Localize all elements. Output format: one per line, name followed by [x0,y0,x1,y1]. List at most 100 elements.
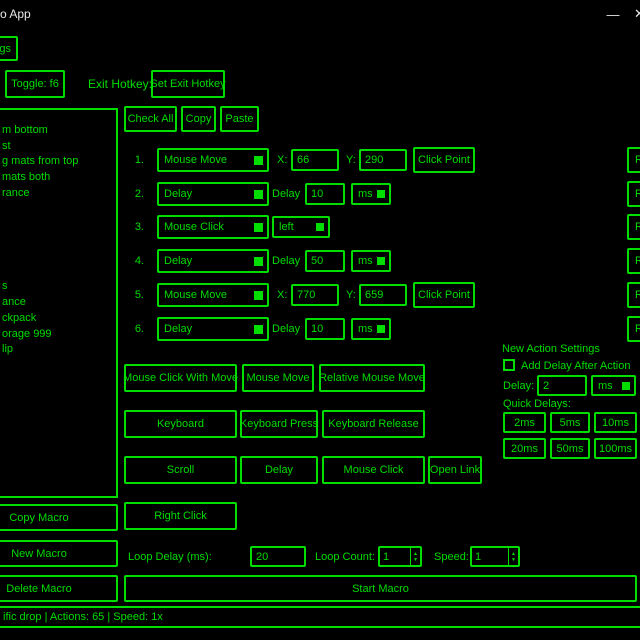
delay-unit-value: ms [358,255,373,267]
mouse-button-select[interactable]: left [272,216,330,238]
quick-delay-100ms-button[interactable]: 100ms [594,438,637,459]
click-point-button[interactable]: Click Point [413,147,475,173]
loop-count-stepper[interactable]: ▲ ▼ [378,546,422,567]
add-delay-button[interactable]: Delay [240,456,318,484]
quick-delay-50ms-button[interactable]: 50ms [550,438,590,459]
dropdown-indicator-icon [316,223,324,231]
quick-delay-20ms-button[interactable]: 20ms [503,438,546,459]
add-right-click-button[interactable]: Right Click [124,502,237,530]
delay-unit-select[interactable]: ms [351,183,391,205]
delete-macro-button[interactable]: Delete Macro [0,575,118,602]
y-input[interactable] [359,149,407,171]
action-number: 1. [128,154,144,167]
check-all-button[interactable]: Check All [124,106,177,132]
action-type-value: Mouse Click [164,221,224,233]
y-label: Y: [346,154,356,167]
remove-action-button[interactable]: R [627,147,640,173]
delay-input[interactable] [305,318,345,340]
add-mouse-click-with-move-button[interactable]: Mouse Click With Move [124,364,237,392]
y-input[interactable] [359,284,407,306]
new-action-delay-unit-select[interactable]: ms [591,375,636,396]
x-label: X: [277,289,287,302]
action-number: 5. [128,289,144,302]
stepper-arrows: ▲ ▼ [410,548,420,565]
close-button[interactable]: ✕ [628,0,640,28]
new-action-settings-title: New Action Settings [502,343,600,356]
add-relative-mouse-move-button[interactable]: Relative Mouse Move [319,364,425,392]
quick-delay-2ms-button[interactable]: 2ms [503,412,546,433]
action-number: 2. [128,188,144,201]
minimize-button[interactable]: — [598,0,628,28]
dropdown-indicator-icon [254,257,263,266]
quick-delay-10ms-button[interactable]: 10ms [594,412,637,433]
action-type-select[interactable]: Delay [157,249,269,273]
remove-action-button[interactable]: R [627,214,640,240]
macro-list-item[interactable]: m bottom [0,123,116,139]
dropdown-indicator-icon [377,257,385,265]
add-delay-after-action-checkbox[interactable] [503,359,515,371]
remove-action-button[interactable]: R [627,181,640,207]
delay-label: Delay [272,255,300,268]
add-keyboard-press-button[interactable]: Keyboard Press [240,410,318,438]
delay-unit-select[interactable]: ms [351,318,391,340]
copy-actions-button[interactable]: Copy [181,106,216,132]
add-scroll-button[interactable]: Scroll [124,456,237,484]
delay-unit-value: ms [358,188,373,200]
delay-label: Delay [272,323,300,336]
add-mouse-click-button[interactable]: Mouse Click [322,456,425,484]
remove-action-button[interactable]: R [627,282,640,308]
set-exit-hotkey-button[interactable]: Set Exit Hotkey [151,70,225,98]
action-row-3: 3. Mouse Click left R [0,215,640,241]
loop-delay-input[interactable] [250,546,306,567]
dropdown-indicator-icon [254,190,263,199]
dropdown-indicator-icon [377,190,385,198]
action-type-select[interactable]: Mouse Click [157,215,269,239]
dropdown-indicator-icon [254,291,263,300]
loop-count-input[interactable] [380,548,410,565]
speed-input[interactable] [472,548,508,565]
quick-delay-5ms-button[interactable]: 5ms [550,412,590,433]
delay-unit-select[interactable]: ms [351,250,391,272]
action-type-select[interactable]: Mouse Move [157,283,269,307]
exit-hotkey-label: Exit Hotkey: [88,78,152,91]
settings-menu-button[interactable]: gs [0,36,18,61]
macro-list-item[interactable]: lip [0,342,116,358]
new-action-delay-input[interactable] [537,375,587,396]
action-row-2: 2. Delay Delay ms R [0,182,640,208]
speed-stepper[interactable]: ▲ ▼ [470,546,520,567]
delay-input[interactable] [305,250,345,272]
add-keyboard-release-button[interactable]: Keyboard Release [322,410,425,438]
stepper-down-icon[interactable]: ▼ [413,557,418,563]
window-title: o App [0,7,31,21]
delay-input[interactable] [305,183,345,205]
action-type-select[interactable]: Delay [157,182,269,206]
add-mouse-move-button[interactable]: Mouse Move [242,364,314,392]
speed-label: Speed: [434,551,469,564]
quick-delays-label: Quick Delays: [503,398,571,411]
stepper-arrows: ▲ ▼ [508,548,518,565]
delay-unit-value: ms [358,323,373,335]
remove-action-button[interactable]: R [627,248,640,274]
action-type-select[interactable]: Mouse Move [157,148,269,172]
toggle-hotkey-button[interactable]: Toggle: f6 [5,70,65,98]
stepper-down-icon[interactable]: ▼ [511,557,516,563]
add-open-link-button[interactable]: Open Link [428,456,482,484]
delay-label: Delay: [503,380,534,393]
remove-action-button[interactable]: R [627,316,640,342]
action-type-value: Delay [164,188,192,200]
copy-macro-button[interactable]: Copy Macro [0,504,118,531]
paste-actions-button[interactable]: Paste [220,106,259,132]
new-macro-button[interactable]: New Macro [0,540,118,567]
x-input[interactable] [291,149,339,171]
status-bar: ific drop | Actions: 65 | Speed: 1x [0,606,640,628]
x-input[interactable] [291,284,339,306]
action-row-5: 5. Mouse Move X: Y: Click Point R [0,283,640,309]
y-label: Y: [346,289,356,302]
action-row-1: 1. Mouse Move X: Y: Click Point R [0,148,640,174]
start-macro-button[interactable]: Start Macro [124,575,637,602]
add-delay-after-action-label: Add Delay After Action [521,360,630,373]
click-point-button[interactable]: Click Point [413,282,475,308]
action-row-6: 6. Delay Delay ms R [0,317,640,343]
add-keyboard-button[interactable]: Keyboard [124,410,237,438]
action-type-select[interactable]: Delay [157,317,269,341]
